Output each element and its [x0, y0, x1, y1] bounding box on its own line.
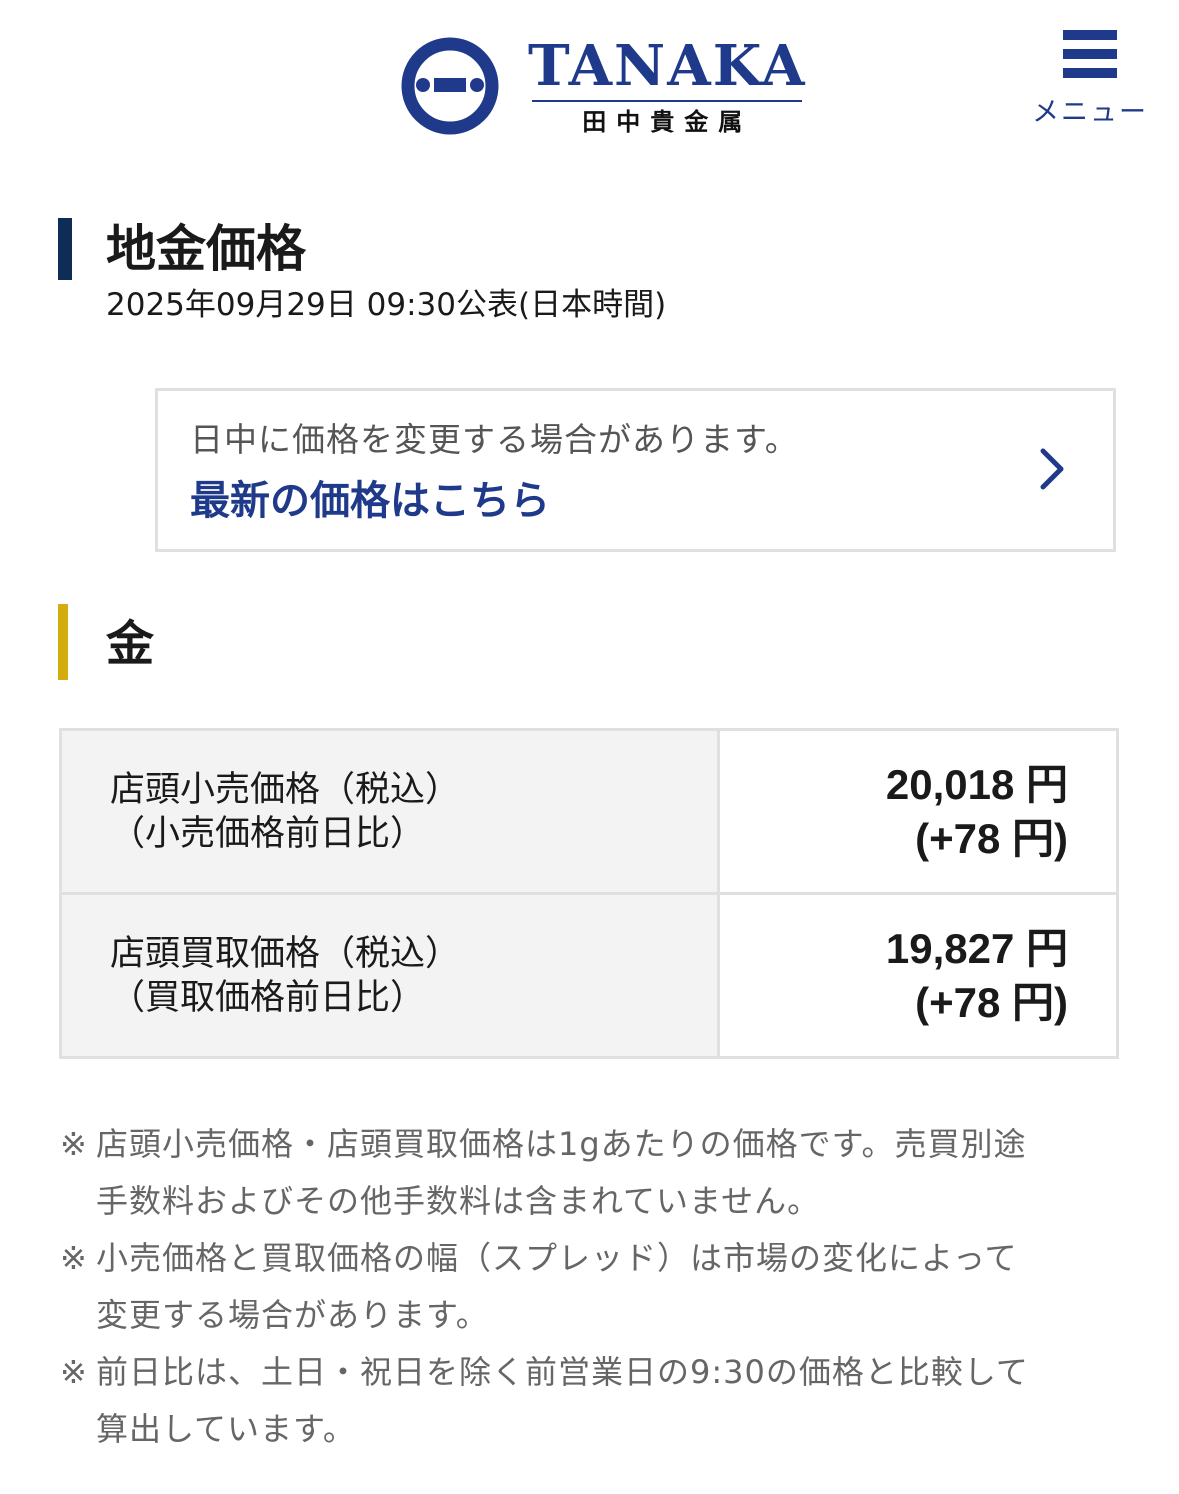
- note-line: 店頭小売価格・店頭買取価格は1gあたりの価格です。売買別途: [96, 1125, 1027, 1163]
- price-notes: ※ 店頭小売価格・店頭買取価格は1gあたりの価格です。売買別途 手数料およびその…: [60, 1116, 1120, 1458]
- brand-name-en: TANAKA: [528, 33, 807, 99]
- buyback-price-label: 店頭買取価格（税込）: [110, 933, 461, 974]
- note-line: 変更する場合があります。: [96, 1296, 489, 1334]
- section-title-gold: 金: [106, 616, 155, 672]
- title-accent-bar: [58, 218, 72, 280]
- menu-label: メニュー: [1032, 97, 1148, 128]
- hamburger-menu-icon: [1063, 30, 1117, 78]
- buyback-change-label: （買取価格前日比）: [110, 977, 426, 1018]
- note-mark: ※: [60, 1239, 88, 1277]
- page-title: 地金価格: [106, 220, 306, 278]
- retail-change-label: （小売価格前日比）: [110, 813, 426, 854]
- table-row: 店頭買取価格（税込） （買取価格前日比） 19,827 円 (+78 円): [59, 892, 1120, 1059]
- price-label-cell: 店頭小売価格（税込） （小売価格前日比）: [59, 728, 720, 895]
- note-line: 算出しています。: [96, 1410, 356, 1448]
- note-line: 小売価格と買取価格の幅（スプレッド）は市場の変化によって: [96, 1239, 1018, 1277]
- note-line: 前日比は、土日・祝日を除く前営業日の9:30の価格と比較して: [96, 1353, 1029, 1391]
- buyback-price-change: (+78 円): [915, 978, 1068, 1026]
- published-timestamp: 2025年09月29日 09:30公表(日本時間): [106, 287, 667, 323]
- retail-price-value: 20,018 円: [885, 760, 1068, 808]
- logo-text: TANAKA 田中貴金属: [528, 36, 807, 136]
- retail-price-label: 店頭小売価格（税込）: [110, 769, 461, 810]
- tanaka-emblem-icon: [401, 37, 499, 135]
- latest-price-notice[interactable]: 日中に価格を変更する場合があります。 最新の価格はこちら: [155, 388, 1116, 552]
- gold-accent-bar: [58, 604, 68, 680]
- note-item: ※ 店頭小売価格・店頭買取価格は1gあたりの価格です。売買別途 手数料およびその…: [60, 1116, 1120, 1230]
- logo-divider: [532, 100, 803, 102]
- site-header: TANAKA 田中貴金属 メニュー: [0, 0, 1179, 160]
- note-mark: ※: [60, 1125, 88, 1163]
- brand-name-ja: 田中貴金属: [582, 108, 753, 136]
- note-mark: ※: [60, 1353, 88, 1391]
- table-row: 店頭小売価格（税込） （小売価格前日比） 20,018 円 (+78 円): [59, 728, 1120, 895]
- note-line: 手数料およびその他手数料は含まれていません。: [96, 1182, 821, 1220]
- note-item: ※ 前日比は、土日・祝日を除く前営業日の9:30の価格と比較して 算出しています…: [60, 1344, 1120, 1458]
- price-label-cell: 店頭買取価格（税込） （買取価格前日比）: [59, 892, 720, 1059]
- retail-price-change: (+78 円): [915, 814, 1068, 862]
- notice-text: 日中に価格を変更する場合があります。: [190, 420, 799, 459]
- chevron-right-icon: [1040, 448, 1064, 490]
- note-item: ※ 小売価格と買取価格の幅（スプレッド）は市場の変化によって 変更する場合があり…: [60, 1230, 1120, 1344]
- buyback-price-value: 19,827 円: [885, 924, 1068, 972]
- price-value-cell: 20,018 円 (+78 円): [716, 728, 1120, 895]
- price-value-cell: 19,827 円 (+78 円): [716, 892, 1120, 1059]
- menu-button[interactable]: メニュー: [1028, 30, 1152, 130]
- gold-price-table: 店頭小売価格（税込） （小売価格前日比） 20,018 円 (+78 円) 店頭…: [59, 728, 1120, 1059]
- latest-price-link[interactable]: 最新の価格はこちら: [190, 475, 550, 527]
- tanaka-logo-link[interactable]: TANAKA 田中貴金属: [400, 36, 807, 136]
